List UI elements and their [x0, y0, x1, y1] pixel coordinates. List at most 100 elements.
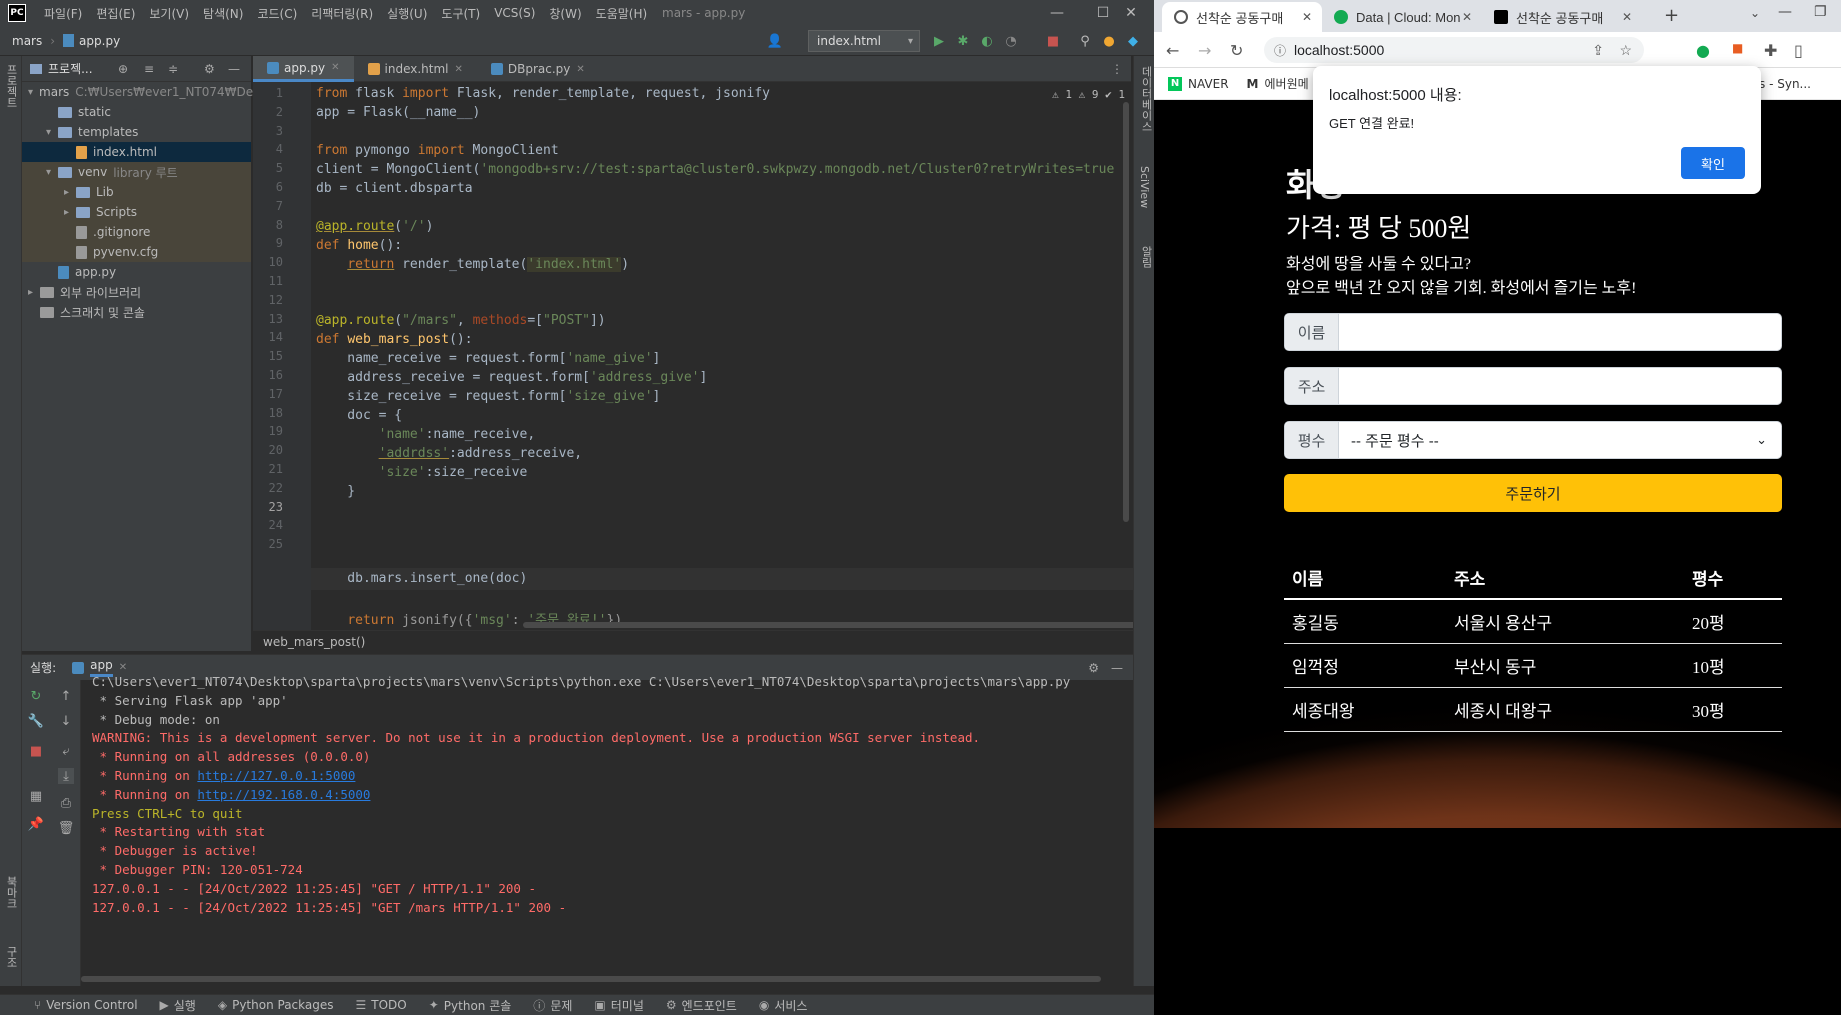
browser-tab-2[interactable]: Data | Cloud: Mon ✕ — [1322, 2, 1482, 32]
bookmark-everone[interactable]: 에버원메 — [1265, 75, 1309, 92]
address-input[interactable] — [1339, 368, 1781, 404]
browser-tab-1[interactable]: 선착순 공동구매 ✕ — [1162, 2, 1322, 32]
scroll-to-end-icon[interactable]: ⤓ — [58, 768, 74, 784]
puzzle-icon[interactable]: ✚ — [1764, 41, 1777, 60]
menu-tools[interactable]: 도구(T) — [441, 5, 480, 22]
code-breadcrumb[interactable]: web_mars_post() — [253, 630, 1133, 652]
close-icon[interactable]: ✕ — [1108, 0, 1154, 26]
breadcrumb-project[interactable]: mars — [12, 34, 42, 48]
inspection-widget[interactable]: ⚠ 1 ⚠ 9 ✔ 1 — [1052, 88, 1125, 101]
hide-icon[interactable]: — — [228, 62, 240, 76]
tree-item[interactable]: ▸ Lib — [22, 182, 251, 202]
name-input[interactable] — [1339, 314, 1781, 350]
back-icon[interactable]: ← — [1166, 41, 1179, 60]
browser-tab-3[interactable]: 선착순 공동구매 ✕ — [1482, 2, 1642, 32]
menu-run[interactable]: 실행(U) — [387, 5, 427, 22]
new-tab-icon[interactable]: + — [1664, 5, 1679, 26]
menu-code[interactable]: 코드(C) — [257, 5, 297, 22]
size-select[interactable]: -- 주문 평수 -- ⌄ — [1339, 422, 1781, 458]
sidepanel-icon[interactable]: ▯ — [1794, 41, 1803, 60]
coverage-icon[interactable]: ◐ — [978, 32, 996, 50]
code-editor[interactable]: 1 2 3 4 5 6 7 8 9 10 11 12 13 14 15 16 17 18 19 20 21 22 23 24 2… — [253, 82, 1154, 630]
more-options-icon[interactable]: ⋮ — [1111, 62, 1123, 76]
status-python-console[interactable]: ✦ Python 콘솔 — [429, 997, 512, 1014]
gear-icon[interactable]: ⚙ — [1088, 661, 1099, 675]
close-tab-icon[interactable]: ✕ — [576, 64, 584, 75]
status-problems[interactable]: ⓘ 문제 — [533, 997, 572, 1014]
jetbrains-icon[interactable]: ◆ — [1124, 32, 1142, 50]
reload-icon[interactable]: ↻ — [1230, 41, 1243, 60]
extension-icon[interactable]: ● — [1696, 41, 1710, 60]
search-icon[interactable]: ⚲ — [1076, 32, 1094, 50]
hide-icon[interactable]: — — [1111, 661, 1123, 675]
bookmark-naver[interactable]: NAVER — [1188, 77, 1229, 91]
status-run[interactable]: ▶ 실행 — [160, 997, 196, 1014]
restore-icon[interactable]: ❐ — [1814, 4, 1827, 20]
sciview-tool-tab[interactable]: SciView — [1138, 166, 1151, 208]
tree-item[interactable]: static — [22, 102, 251, 122]
expand-arrow-icon[interactable]: ▾ — [46, 167, 58, 178]
up-icon[interactable]: ↑ — [58, 688, 74, 704]
menu-file[interactable]: 파일(F) — [44, 5, 82, 22]
order-button[interactable]: 주문하기 — [1284, 474, 1782, 512]
close-tab-icon[interactable]: ✕ — [1302, 10, 1312, 24]
console-scrollbar[interactable] — [81, 976, 1101, 982]
status-services[interactable]: ◉ 서비스 — [759, 997, 808, 1014]
user-icon[interactable]: 👤 — [766, 32, 784, 50]
run-icon[interactable]: ▶ — [930, 32, 948, 50]
tree-item[interactable]: ▾ templates — [22, 122, 251, 142]
debug-icon[interactable]: ✱ — [954, 32, 972, 50]
forward-icon[interactable]: → — [1198, 41, 1211, 60]
project-tool-tab[interactable]: 프로젝트 — [3, 64, 19, 108]
horizontal-scrollbar[interactable] — [523, 622, 1154, 628]
collapse-all-icon[interactable]: ≑ — [168, 62, 178, 76]
menu-refactor[interactable]: 리팩터링(R) — [311, 5, 373, 22]
menu-view[interactable]: 보기(V) — [149, 5, 189, 22]
extension-icon[interactable]: ■ — [1732, 41, 1743, 55]
tree-item[interactable]: ▾ venv library 루트 — [22, 162, 251, 182]
wrench-icon[interactable]: 🔧 — [28, 713, 44, 729]
soft-wrap-icon[interactable]: ⤶ — [58, 743, 74, 759]
breadcrumb-file[interactable]: app.py — [79, 34, 120, 48]
expand-all-icon[interactable]: ≡ — [144, 62, 154, 76]
trash-icon[interactable]: 🗑 — [58, 820, 75, 836]
tree-item[interactable]: pyvenv.cfg — [22, 242, 251, 262]
menu-window[interactable]: 창(W) — [549, 5, 581, 22]
pin-icon[interactable]: 📌 — [28, 816, 44, 832]
close-tab-icon[interactable]: ✕ — [455, 64, 463, 75]
run-console[interactable]: C:\Users\ever1_NT074\Desktop\sparta\proj… — [81, 674, 1133, 986]
print-icon[interactable]: ⎙ — [58, 795, 74, 811]
tree-item[interactable]: index.html — [22, 142, 251, 162]
tab-app-py[interactable]: app.py ✕ — [253, 56, 354, 82]
stop-icon[interactable]: ■ — [28, 743, 44, 759]
bookmarks-tool-tab[interactable]: 북마크 — [3, 876, 19, 909]
expand-arrow-icon[interactable]: ▸ — [64, 187, 76, 198]
layout-icon[interactable]: ▦ — [28, 788, 44, 804]
console-link[interactable]: http://127.0.0.1:5000 — [197, 768, 355, 783]
expand-arrow-icon[interactable]: ▸ — [28, 287, 40, 298]
expand-arrow-icon[interactable]: ▸ — [64, 207, 76, 218]
rerun-icon[interactable]: ↻ — [28, 688, 44, 704]
tree-item[interactable]: .gitignore — [22, 222, 251, 242]
close-tab-icon[interactable]: ✕ — [1622, 10, 1632, 24]
locate-icon[interactable]: ⊕ — [118, 62, 128, 76]
run-configuration-select[interactable]: index.html ▾ — [808, 30, 920, 52]
close-tab-icon[interactable]: ✕ — [1462, 10, 1472, 24]
status-endpoints[interactable]: ⚙ 엔드포인트 — [666, 997, 737, 1014]
tree-item[interactable]: ▸ Scripts — [22, 202, 251, 222]
address-bar[interactable]: ⓘ localhost:5000 ⇪ ☆ — [1264, 37, 1644, 63]
console-link[interactable]: http://192.168.0.4:5000 — [197, 787, 370, 802]
status-python-packages[interactable]: ◈ Python Packages — [218, 998, 334, 1012]
close-tab-icon[interactable]: ✕ — [331, 62, 339, 73]
minimize-icon[interactable]: — — [1778, 4, 1792, 20]
menu-vcs[interactable]: VCS(S) — [494, 6, 535, 20]
menu-navigate[interactable]: 탐색(N) — [203, 5, 243, 22]
star-icon[interactable]: ☆ — [1619, 42, 1632, 59]
tab-index-html[interactable]: index.html ✕ — [354, 56, 477, 82]
expand-arrow-icon[interactable]: ▾ — [46, 127, 58, 138]
vertical-scrollbar[interactable] — [1123, 102, 1129, 522]
profile-icon[interactable]: ◔ — [1002, 32, 1020, 50]
status-terminal[interactable]: ▣ 터미널 — [594, 997, 643, 1014]
tab-search-icon[interactable]: ⌄ — [1750, 6, 1760, 20]
tab-dbprac-py[interactable]: DBprac.py ✕ — [477, 56, 599, 82]
